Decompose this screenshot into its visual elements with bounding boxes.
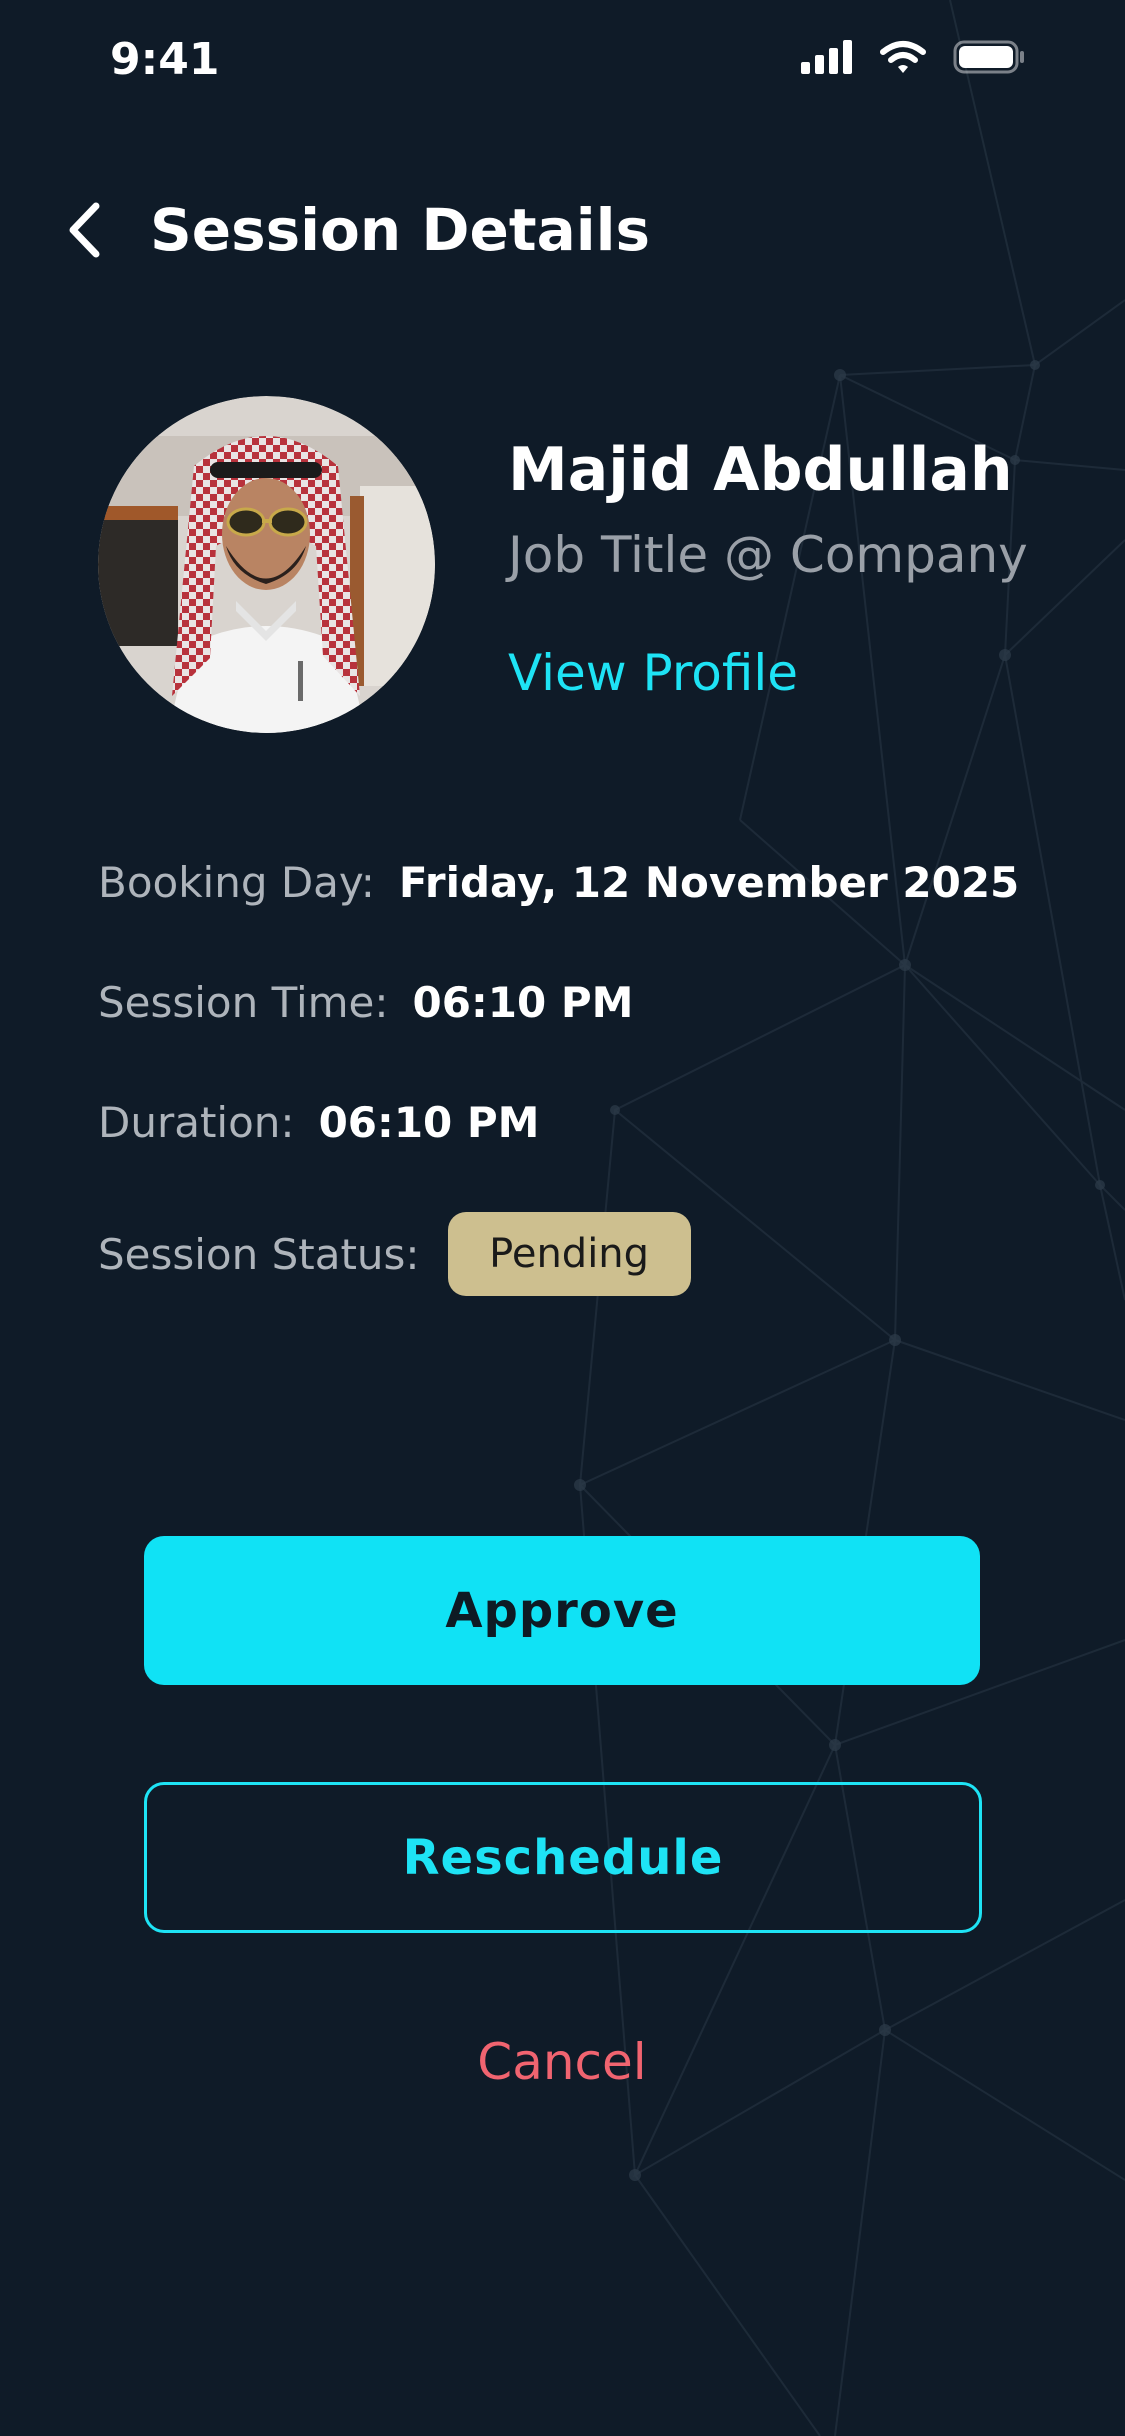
mentor-job-title: Job Title @ Company (508, 526, 1028, 584)
session-time-label: Session Time: (98, 978, 389, 1027)
session-status-row: Session Status: Pending (98, 1212, 691, 1296)
session-time-row: Session Time: 06:10 PM (98, 978, 633, 1027)
battery-icon (953, 40, 1024, 74)
booking-day-label: Booking Day: (98, 858, 375, 907)
session-time-value: 06:10 PM (412, 978, 634, 1027)
chevron-left-icon (69, 202, 100, 258)
cancel-button[interactable]: Cancel (362, 2022, 762, 2102)
booking-day-value: Friday, 12 November 2025 (398, 858, 1020, 907)
back-button[interactable] (56, 190, 112, 270)
duration-value: 06:10 PM (318, 1098, 540, 1147)
session-details-screen: 9:41 Session Details Majid Abdullah Job … (0, 0, 1125, 2436)
page-title: Session Details (150, 196, 650, 264)
reschedule-button[interactable]: Reschedule (144, 1782, 982, 1933)
wifi-icon (880, 41, 926, 73)
view-profile-link[interactable]: View Profile (508, 640, 798, 706)
status-badge: Pending (447, 1212, 691, 1296)
approve-button[interactable]: Approve (144, 1536, 980, 1685)
avatar (98, 396, 435, 733)
status-bar-time: 9:41 (110, 34, 220, 85)
cellular-signal-icon (801, 40, 852, 74)
avatar-photo (98, 396, 435, 733)
mentor-name: Majid Abdullah (508, 435, 1013, 505)
status-bar-icons (801, 40, 1025, 74)
booking-day-row: Booking Day: Friday, 12 November 2025 (98, 858, 1019, 907)
duration-row: Duration: 06:10 PM (98, 1098, 539, 1147)
session-status-label: Session Status: (98, 1229, 420, 1279)
duration-label: Duration: (98, 1098, 295, 1147)
